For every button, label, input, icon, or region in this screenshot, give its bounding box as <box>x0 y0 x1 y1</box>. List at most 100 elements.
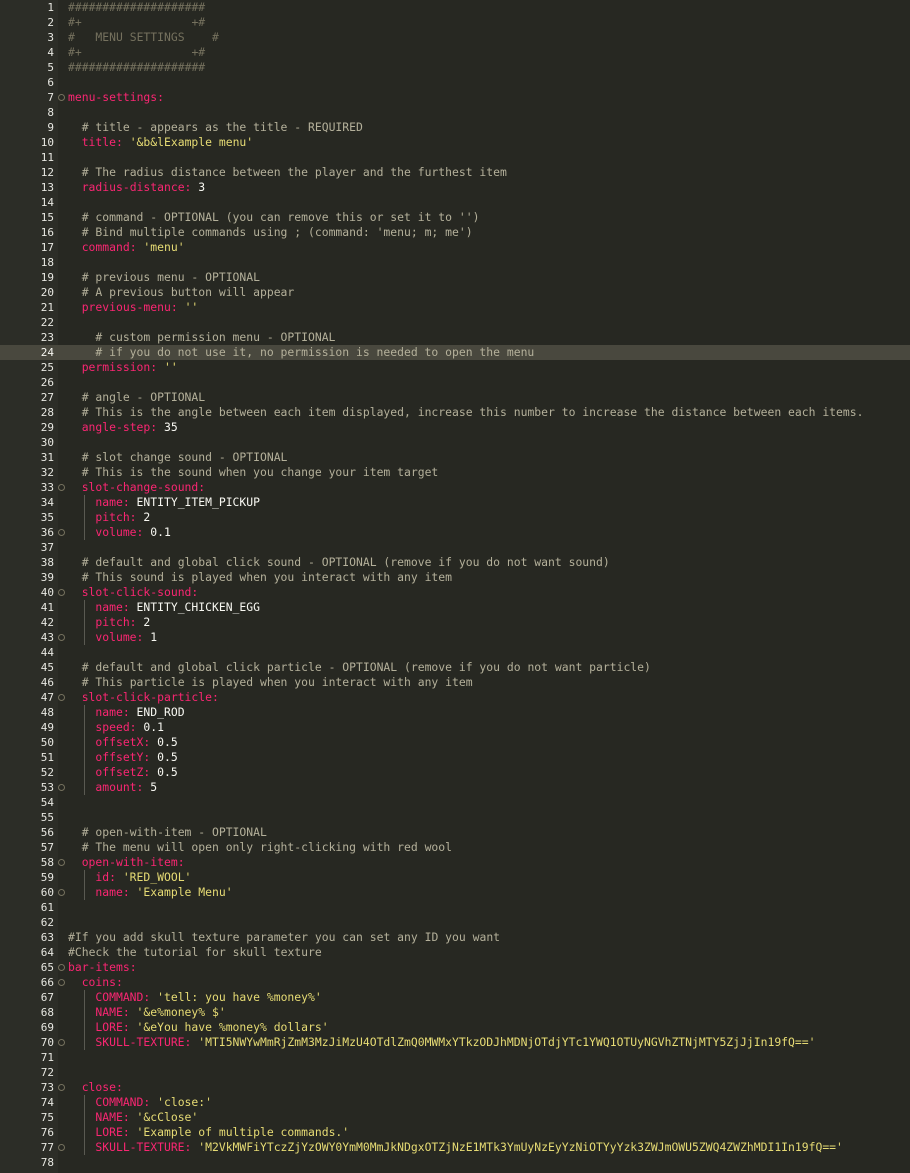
code-line[interactable]: 45 # default and global click particle - … <box>0 660 910 675</box>
code-line[interactable]: 70 SKULL-TEXTURE: 'MTI5NWYwMmRjZmM3MzJiMz… <box>0 1035 910 1050</box>
fold-marker-icon[interactable] <box>58 694 65 701</box>
fold-marker-icon[interactable] <box>58 484 65 491</box>
code-line[interactable]: 59 id: 'RED_WOOL' <box>0 870 910 885</box>
code-line[interactable]: 37 <box>0 540 910 555</box>
code-line[interactable]: 51 offsetY: 0.5 <box>0 750 910 765</box>
code-line[interactable]: 24 # if you do not use it, no permission … <box>0 345 910 360</box>
code-line[interactable]: 28 # This is the angle between each item … <box>0 405 910 420</box>
code-line[interactable]: 53 amount: 5 <box>0 780 910 795</box>
fold-marker-icon[interactable] <box>58 634 65 641</box>
code-line[interactable]: 67 COMMAND: 'tell: you have %money%' <box>0 990 910 1005</box>
fold-marker-icon[interactable] <box>58 964 65 971</box>
code-line[interactable]: 31 # slot change sound - OPTIONAL <box>0 450 910 465</box>
code-line[interactable]: 14 <box>0 195 910 210</box>
fold-marker-icon[interactable] <box>58 979 65 986</box>
fold-marker-icon[interactable] <box>58 1039 65 1046</box>
code-line[interactable]: 22 <box>0 315 910 330</box>
yaml-comment: # A previous button will appear <box>81 285 295 299</box>
fold-marker-icon[interactable] <box>58 1084 65 1091</box>
code-line[interactable]: 25 permission: '' <box>0 360 910 375</box>
code-line[interactable]: 74 COMMAND: 'close:' <box>0 1095 910 1110</box>
code-line[interactable]: 50 offsetX: 0.5 <box>0 735 910 750</box>
code-line[interactable]: 3 # MENU SETTINGS # <box>0 30 910 45</box>
code-line[interactable]: 62 <box>0 915 910 930</box>
code-line[interactable]: 72 <box>0 1065 910 1080</box>
code-line[interactable]: 10 title: '&b&lExample menu' <box>0 135 910 150</box>
code-line[interactable]: 4 #+ +# <box>0 45 910 60</box>
code-lines[interactable]: 1 #################### 2 #+ +# 3 # MENU SETTI… <box>0 0 910 1170</box>
fold-marker-icon[interactable] <box>58 529 65 536</box>
code-line[interactable]: 21 previous-menu: '' <box>0 300 910 315</box>
code-line[interactable]: 6 <box>0 75 910 90</box>
code-line[interactable]: 73 close: <box>0 1080 910 1095</box>
line-number: 23 <box>40 331 54 344</box>
code-line[interactable]: 61 <box>0 900 910 915</box>
code-line[interactable]: 40 slot-click-sound: <box>0 585 910 600</box>
fold-marker-icon[interactable] <box>58 589 65 596</box>
code-line[interactable]: 42 pitch: 2 <box>0 615 910 630</box>
code-line[interactable]: 36 volume: 0.1 <box>0 525 910 540</box>
code-line[interactable]: 46 # This particle is played when you int… <box>0 675 910 690</box>
fold-marker-icon[interactable] <box>58 784 65 791</box>
code-line[interactable]: 55 <box>0 810 910 825</box>
code-line[interactable]: 44 <box>0 645 910 660</box>
code-line[interactable]: 20 # A previous button will appear <box>0 285 910 300</box>
code-line[interactable]: 57 # The menu will open only right-clicki… <box>0 840 910 855</box>
code-line[interactable]: 56 # open-with-item - OPTIONAL <box>0 825 910 840</box>
code-line[interactable]: 9 # title - appears as the title - REQUIR… <box>0 120 910 135</box>
code-text: # title - appears as the title - REQUIRE… <box>82 120 363 135</box>
code-line[interactable]: 75 NAME: '&cClose' <box>0 1110 910 1125</box>
code-line[interactable]: 71 <box>0 1050 910 1065</box>
code-line[interactable]: 12 # The radius distance between the play… <box>0 165 910 180</box>
code-line[interactable]: 77 SKULL-TEXTURE: 'M2VkMWFiYTczZjYzOWY0Ym… <box>0 1140 910 1155</box>
code-line[interactable]: 58 open-with-item: <box>0 855 910 870</box>
code-line[interactable]: 33 slot-change-sound: <box>0 480 910 495</box>
fold-marker-icon[interactable] <box>58 859 65 866</box>
code-line[interactable]: 66 coins: <box>0 975 910 990</box>
code-line[interactable]: 13 radius-distance: 3 <box>0 180 910 195</box>
code-line[interactable]: 76 LORE: 'Example of multiple commands.' <box>0 1125 910 1140</box>
code-line[interactable]: 32 # This is the sound when you change yo… <box>0 465 910 480</box>
indent-guide <box>83 1140 85 1155</box>
code-line[interactable]: 65 bar-items: <box>0 960 910 975</box>
fold-marker-icon[interactable] <box>58 889 65 896</box>
code-line[interactable]: 17 command: 'menu' <box>0 240 910 255</box>
code-line[interactable]: 34 name: ENTITY_ITEM_PICKUP <box>0 495 910 510</box>
code-line[interactable]: 11 <box>0 150 910 165</box>
code-line[interactable]: 68 NAME: '&e%money% $' <box>0 1005 910 1020</box>
fold-marker-icon[interactable] <box>58 1144 65 1151</box>
code-editor[interactable]: 1 #################### 2 #+ +# 3 # MENU SETTI… <box>0 0 910 1173</box>
code-line[interactable]: 7 menu-settings: <box>0 90 910 105</box>
code-line[interactable]: 5 #################### <box>0 60 910 75</box>
code-line[interactable]: 60 name: 'Example Menu' <box>0 885 910 900</box>
code-line[interactable]: 39 # This sound is played when you intera… <box>0 570 910 585</box>
code-line[interactable]: 2 #+ +# <box>0 15 910 30</box>
code-line[interactable]: 15 # command - OPTIONAL (you can remove t… <box>0 210 910 225</box>
code-line[interactable]: 38 # default and global click sound - OPT… <box>0 555 910 570</box>
code-line[interactable]: 26 <box>0 375 910 390</box>
code-line[interactable]: 63 #If you add skull texture parameter yo… <box>0 930 910 945</box>
code-line[interactable]: 18 <box>0 255 910 270</box>
code-line[interactable]: 1 #################### <box>0 0 910 15</box>
code-line[interactable]: 8 <box>0 105 910 120</box>
code-line[interactable]: 23 # custom permission menu - OPTIONAL <box>0 330 910 345</box>
code-line[interactable]: 54 <box>0 795 910 810</box>
code-line[interactable]: 41 name: ENTITY_CHICKEN_EGG <box>0 600 910 615</box>
code-line[interactable]: 27 # angle - OPTIONAL <box>0 390 910 405</box>
code-line[interactable]: 30 <box>0 435 910 450</box>
fold-marker-icon[interactable] <box>58 94 65 101</box>
code-line[interactable]: 16 # Bind multiple commands using ; (comm… <box>0 225 910 240</box>
code-line[interactable]: 35 pitch: 2 <box>0 510 910 525</box>
code-line[interactable]: 49 speed: 0.1 <box>0 720 910 735</box>
code-line[interactable]: 78 <box>0 1155 910 1170</box>
code-line[interactable]: 52 offsetZ: 0.5 <box>0 765 910 780</box>
code-line[interactable]: 29 angle-step: 35 <box>0 420 910 435</box>
code-text: # default and global click sound - OPTIO… <box>82 555 610 570</box>
code-line[interactable]: 64 #Check the tutorial for skull texture <box>0 945 910 960</box>
code-line[interactable]: 47 slot-click-particle: <box>0 690 910 705</box>
code-line[interactable]: 48 name: END_ROD <box>0 705 910 720</box>
code-text: permission: '' <box>82 360 178 375</box>
code-line[interactable]: 19 # previous menu - OPTIONAL <box>0 270 910 285</box>
code-line[interactable]: 69 LORE: '&eYou have %money% dollars' <box>0 1020 910 1035</box>
code-line[interactable]: 43 volume: 1 <box>0 630 910 645</box>
